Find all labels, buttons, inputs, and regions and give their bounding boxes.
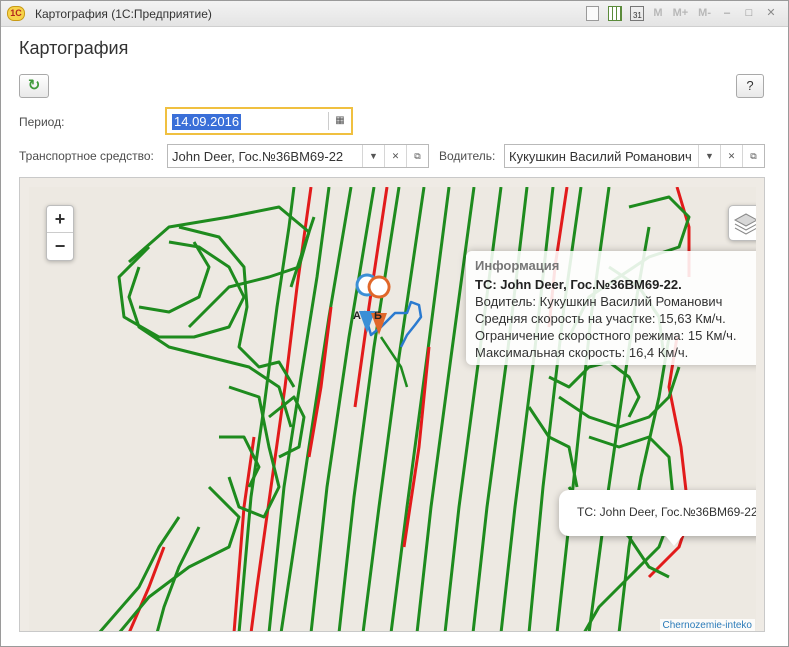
map-attribution[interactable]: Chernozemie-inteko bbox=[659, 619, 755, 631]
track-pass bbox=[337, 187, 401, 631]
open-form-icon[interactable]: ⧉ bbox=[742, 145, 764, 167]
info-speed-limit: Ограничение скоростного режима: 15 Км/ч. bbox=[475, 328, 737, 343]
calendar-picker-icon[interactable]: ▦ bbox=[333, 113, 347, 129]
help-button[interactable]: ? bbox=[736, 74, 764, 98]
vehicle-value[interactable]: John Deer, Гос.№36ВМ69-22 bbox=[172, 149, 358, 164]
app-logo-icon: 1С bbox=[7, 6, 25, 21]
popup-text: ТС: John Deer, Гос.№36ВМ69-22. bbox=[577, 505, 756, 519]
track-pass bbox=[617, 336, 671, 631]
track-loop bbox=[268, 395, 306, 459]
map-canvas[interactable]: А Б + − Информация ТС: John Deer, Гос.№3… bbox=[29, 187, 756, 631]
map-frame: А Б + − Информация ТС: John Deer, Гос.№3… bbox=[19, 177, 765, 632]
track-loop bbox=[527, 406, 579, 488]
track-pass bbox=[361, 187, 426, 631]
period-separator bbox=[328, 112, 329, 130]
track-loop bbox=[118, 485, 241, 631]
info-driver: Водитель: Кукушкин Василий Романович bbox=[475, 294, 723, 309]
zoom-control: + − bbox=[46, 205, 74, 261]
window-title: Картография (1С:Предприятие) bbox=[35, 7, 212, 21]
driver-field[interactable]: Кукушкин Василий Романович ▼ ✕ ⧉ bbox=[504, 144, 765, 168]
close-icon[interactable]: ✕ bbox=[762, 5, 780, 22]
info-panel: Информация ТС: John Deer, Гос.№36ВМ69-22… bbox=[466, 251, 756, 365]
info-heading: Информация bbox=[475, 258, 560, 273]
track-pass bbox=[415, 187, 476, 631]
track-loop bbox=[98, 516, 181, 631]
info-max-speed: Максимальная скорость: 16,4 Км/ч. bbox=[475, 345, 689, 360]
refresh-icon: ↻ bbox=[27, 77, 41, 94]
track-loop bbox=[138, 241, 211, 314]
track-loop bbox=[227, 385, 281, 519]
period-field[interactable]: 14.09.2016 ▦ bbox=[165, 107, 353, 135]
layers-icon bbox=[733, 213, 756, 235]
marker-b-label: Б bbox=[374, 310, 382, 322]
vehicle-popup: ТС: John Deer, Гос.№36ВМ69-22. × bbox=[559, 490, 756, 546]
open-form-icon[interactable]: ⧉ bbox=[406, 145, 428, 167]
driver-label: Водитель: bbox=[439, 149, 496, 163]
layers-button[interactable] bbox=[728, 205, 756, 241]
chevron-down-icon[interactable]: ▼ bbox=[698, 145, 720, 167]
memory-m-plus-button[interactable]: M+ bbox=[670, 5, 692, 22]
marker-a-label: А bbox=[353, 310, 361, 322]
memory-m-button[interactable]: M bbox=[650, 5, 665, 22]
spreadsheet-icon[interactable] bbox=[608, 6, 623, 21]
zoom-in-button[interactable]: + bbox=[47, 206, 73, 233]
minimize-icon[interactable]: – bbox=[718, 5, 736, 22]
memory-m-minus-button[interactable]: M- bbox=[695, 5, 714, 22]
app-window: 1С Картография (1С:Предприятие) 31 M M+ … bbox=[0, 0, 789, 647]
chevron-down-icon[interactable]: ▼ bbox=[362, 145, 384, 167]
track-loop bbox=[127, 266, 293, 428]
page-title: Картография bbox=[19, 38, 129, 58]
vehicle-field[interactable]: John Deer, Гос.№36ВМ69-22 ▼ ✕ ⧉ bbox=[167, 144, 429, 168]
track-overspeed bbox=[232, 436, 256, 631]
info-avg-speed: Средняя скорость на участке: 15,63 Км/ч. bbox=[475, 311, 726, 326]
refresh-button[interactable]: ↻ bbox=[19, 74, 49, 98]
driver-value[interactable]: Кукушкин Василий Романович bbox=[509, 149, 695, 164]
info-vehicle: ТС: John Deer, Гос.№36ВМ69-22. bbox=[475, 277, 682, 292]
track-pass bbox=[389, 187, 451, 631]
clear-icon[interactable]: ✕ bbox=[720, 145, 742, 167]
period-label: Период: bbox=[19, 115, 65, 129]
track-current bbox=[362, 300, 423, 348]
clear-icon[interactable]: ✕ bbox=[384, 145, 406, 167]
popup-pointer bbox=[664, 534, 684, 546]
period-value[interactable]: 14.09.2016 bbox=[172, 114, 242, 130]
maximize-icon[interactable]: □ bbox=[740, 5, 758, 22]
title-bar: 1С Картография (1С:Предприятие) 31 M M+ … bbox=[1, 1, 788, 27]
document-icon[interactable] bbox=[586, 6, 600, 21]
zoom-out-button[interactable]: − bbox=[47, 233, 73, 260]
calendar-icon[interactable]: 31 bbox=[630, 6, 645, 21]
titlebar-icons: 31 M M+ M- – □ ✕ bbox=[583, 5, 780, 22]
vehicle-label: Транспортное средство: bbox=[19, 149, 154, 163]
